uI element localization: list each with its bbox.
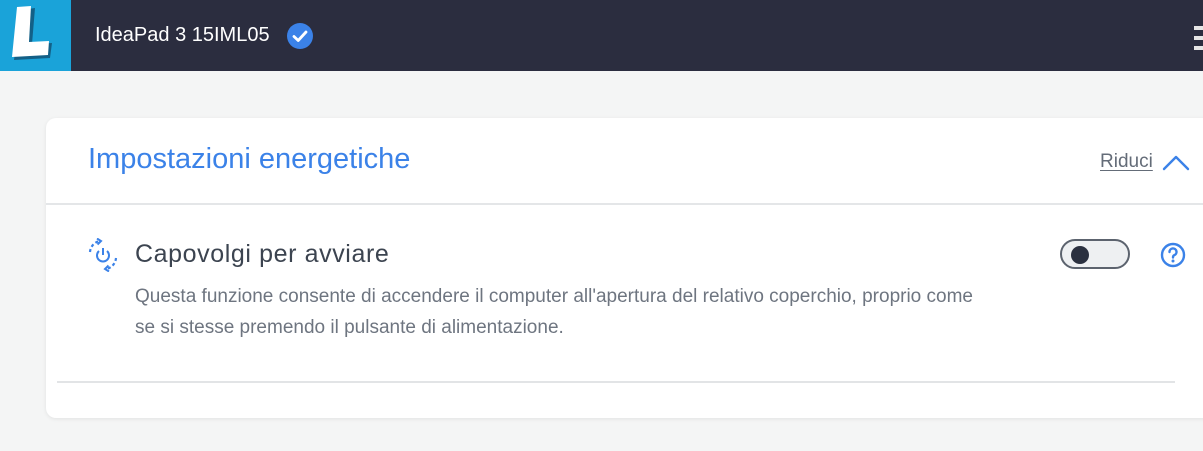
feature-description: Questa funzione consente di accendere il…: [135, 286, 973, 338]
more-menu-icon[interactable]: [1194, 26, 1203, 54]
toggle-knob: [1071, 246, 1089, 264]
collapse-label: Riduci: [1100, 151, 1153, 172]
feature-title: Capovolgi per avviare: [135, 240, 390, 268]
logo-letter-l-icon: [12, 6, 52, 60]
top-bar: IdeaPad 3 15IML05: [0, 0, 1203, 71]
flip-to-boot-icon: [88, 238, 118, 272]
energy-settings-card: Impostazioni energetiche Riduci Capovolg…: [46, 118, 1203, 418]
verified-check-icon: [287, 23, 313, 49]
section-divider: [46, 203, 1203, 205]
collapse-button[interactable]: Riduci: [1100, 148, 1191, 176]
app-logo[interactable]: [0, 0, 71, 71]
feature-divider: [57, 381, 1175, 383]
section-title: Impostazioni energetiche: [88, 143, 411, 175]
help-icon[interactable]: [1160, 242, 1186, 268]
chevron-up-icon: [1162, 155, 1190, 171]
device-name: IdeaPad 3 15IML05: [95, 24, 270, 46]
flip-to-boot-toggle[interactable]: [1060, 239, 1130, 269]
